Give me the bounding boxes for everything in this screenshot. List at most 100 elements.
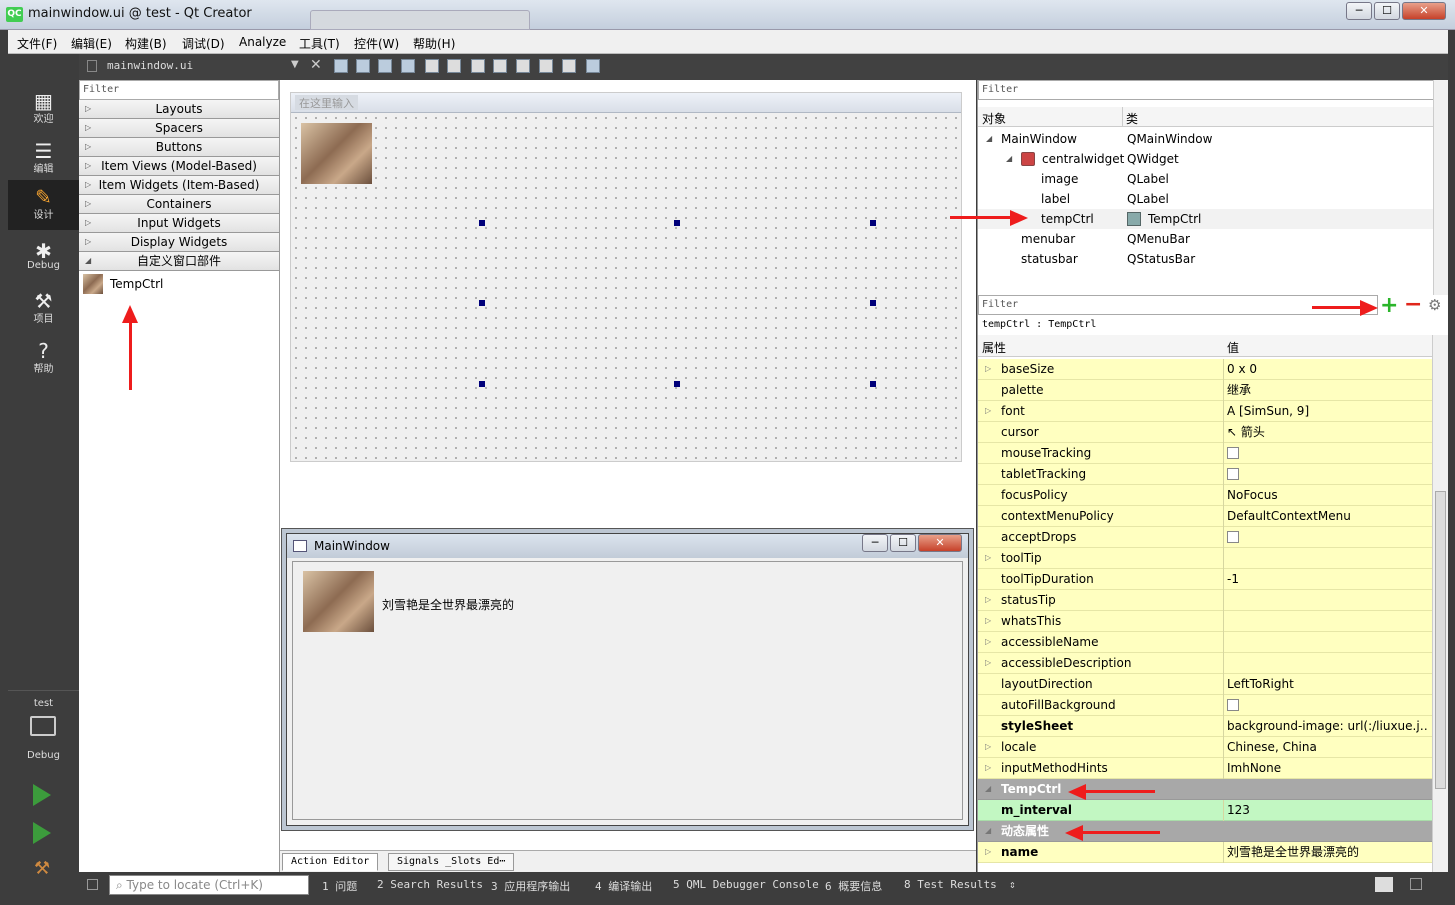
property-row[interactable]: palette 继承: [978, 380, 1432, 401]
menu-debug[interactable]: 调试(D): [182, 35, 225, 52]
property-row[interactable]: ▷ statusTip: [978, 590, 1432, 611]
expanded-arrow-icon[interactable]: ◢: [985, 779, 991, 799]
object-row[interactable]: ◢ MainWindow QMainWindow: [978, 129, 1433, 149]
edit-tab-order-icon[interactable]: [401, 59, 415, 73]
collapsed-arrow-icon[interactable]: ▷: [985, 590, 991, 610]
property-value[interactable]: Chinese, China: [1227, 737, 1427, 757]
property-value[interactable]: -1: [1227, 569, 1427, 589]
pane-issues[interactable]: 1 问题: [322, 878, 357, 894]
property-value[interactable]: [1227, 695, 1427, 715]
expanded-arrow-icon[interactable]: ◢: [1006, 149, 1012, 169]
selection-handle[interactable]: [479, 300, 485, 306]
widget-filter-input[interactable]: Filter: [79, 80, 279, 100]
tab-signals-slots[interactable]: Signals _Slots Ed⋯: [388, 853, 515, 871]
selection-handle[interactable]: [479, 381, 485, 387]
widget-category[interactable]: ▷ Containers: [79, 195, 279, 214]
document-name[interactable]: mainwindow.ui: [107, 59, 193, 72]
image-label[interactable]: [301, 123, 372, 184]
mode-welcome[interactable]: ▦ 欢迎: [8, 84, 79, 134]
mode-projects[interactable]: ⚒ 项目: [8, 284, 79, 334]
pane-test-results[interactable]: 8 Test Results: [904, 878, 997, 891]
layout-form-icon[interactable]: [516, 59, 530, 73]
property-row[interactable]: ▷ name 刘雪艳是全世界最漂亮的: [978, 842, 1432, 863]
menu-widgets[interactable]: 控件(W): [354, 35, 399, 52]
toggle-right-sidebar-icon[interactable]: [1410, 878, 1422, 890]
pane-app-output[interactable]: 3 应用程序输出: [491, 878, 570, 894]
property-row[interactable]: acceptDrops: [978, 527, 1432, 548]
add-dynamic-property-button[interactable]: +: [1380, 293, 1398, 318]
menu-tools[interactable]: 工具(T): [299, 35, 340, 52]
property-row[interactable]: ▷ baseSize 0 x 0: [978, 359, 1432, 380]
widget-category[interactable]: ◢ 自定义窗口部件: [79, 252, 279, 271]
tab-action-editor[interactable]: Action Editor: [282, 853, 379, 871]
expanded-arrow-icon[interactable]: ◢: [985, 821, 991, 841]
pane-search-results[interactable]: 2 Search Results: [377, 878, 483, 891]
collapsed-arrow-icon[interactable]: ▷: [985, 548, 991, 568]
collapsed-arrow-icon[interactable]: ▷: [985, 758, 991, 778]
form-mainwindow[interactable]: 在这里输入: [290, 92, 962, 462]
maximize-button[interactable]: ☐: [1374, 2, 1400, 20]
object-scrollbar[interactable]: [1433, 80, 1448, 295]
preview-minimize-button[interactable]: ─: [862, 534, 888, 552]
property-row[interactable]: focusPolicy NoFocus: [978, 485, 1432, 506]
property-value[interactable]: ImhNone: [1227, 758, 1427, 778]
selection-handle[interactable]: [870, 300, 876, 306]
layout-v-splitter-icon[interactable]: [493, 59, 507, 73]
adjust-size-icon[interactable]: [586, 59, 600, 73]
selection-handle[interactable]: [674, 381, 680, 387]
property-row[interactable]: ▷ locale Chinese, China: [978, 737, 1432, 758]
chevron-down-icon[interactable]: ▼: [291, 59, 299, 70]
pane-general-messages[interactable]: 6 概要信息: [825, 878, 882, 894]
property-row[interactable]: layoutDirection LeftToRight: [978, 674, 1432, 695]
property-checkbox[interactable]: [1227, 447, 1239, 459]
debug-run-icon[interactable]: [33, 822, 51, 844]
object-row[interactable]: menubar QMenuBar: [978, 229, 1433, 249]
property-row[interactable]: autoFillBackground: [978, 695, 1432, 716]
property-value[interactable]: 刘雪艳是全世界最漂亮的: [1227, 842, 1427, 862]
property-scrollbar[interactable]: [1432, 335, 1448, 872]
menu-edit[interactable]: 编辑(E): [71, 35, 112, 52]
build-hammer-icon[interactable]: ⚒: [34, 860, 52, 878]
menu-analyze[interactable]: Analyze: [239, 35, 286, 49]
selection-handle[interactable]: [479, 220, 485, 226]
collapsed-arrow-icon[interactable]: ▷: [985, 842, 991, 862]
collapsed-arrow-icon[interactable]: ▷: [985, 653, 991, 673]
widget-category[interactable]: ▷ Display Widgets: [79, 233, 279, 252]
property-group[interactable]: ◢ 动态属性: [978, 821, 1432, 842]
property-row[interactable]: cursor ↖ 箭头: [978, 422, 1432, 443]
widget-category[interactable]: ▷ Layouts: [79, 100, 279, 119]
mode-help[interactable]: ? 帮助: [8, 334, 79, 384]
collapsed-arrow-icon[interactable]: ▷: [985, 632, 991, 652]
property-row[interactable]: styleSheet background-image: url(:/liuxue…: [978, 716, 1432, 737]
pane-switcher-icon[interactable]: ⇕: [1009, 878, 1016, 891]
property-row[interactable]: ▷ inputMethodHints ImhNone: [978, 758, 1432, 779]
property-row[interactable]: toolTipDuration -1: [978, 569, 1432, 590]
mode-debug[interactable]: ✱ Debug: [8, 234, 79, 284]
close-button[interactable]: ✕: [1402, 2, 1446, 20]
preview-maximize-button[interactable]: ☐: [890, 534, 916, 552]
property-checkbox[interactable]: [1227, 468, 1239, 480]
property-value[interactable]: ↖ 箭头: [1227, 422, 1427, 442]
layout-h-splitter-icon[interactable]: [471, 59, 485, 73]
scrollbar-thumb[interactable]: [1435, 491, 1446, 789]
object-row[interactable]: tempCtrl TempCtrl: [978, 209, 1433, 229]
toggle-sidebar-icon[interactable]: [87, 879, 98, 890]
preview-close-button[interactable]: ✕: [918, 534, 962, 552]
close-document-icon[interactable]: ✕: [310, 57, 322, 73]
progress-icon[interactable]: [1375, 877, 1393, 892]
property-group[interactable]: ◢ TempCtrl: [978, 779, 1432, 800]
mode-edit[interactable]: ☰ 编辑: [8, 134, 79, 184]
property-value[interactable]: A [SimSun, 9]: [1227, 401, 1427, 421]
edit-widgets-icon[interactable]: [334, 59, 348, 73]
property-row[interactable]: tabletTracking: [978, 464, 1432, 485]
property-value[interactable]: 继承: [1227, 380, 1427, 400]
widget-category[interactable]: ▷ Item Views (Model-Based): [79, 157, 279, 176]
object-row[interactable]: image QLabel: [978, 169, 1433, 189]
menu-placeholder[interactable]: 在这里输入: [295, 95, 358, 110]
layout-vertical-icon[interactable]: [447, 59, 461, 73]
locator-input[interactable]: ⌕ Type to locate (Ctrl+K): [109, 875, 309, 895]
property-row[interactable]: ▷ font A [SimSun, 9]: [978, 401, 1432, 422]
edit-signals-icon[interactable]: [356, 59, 370, 73]
property-checkbox[interactable]: [1227, 699, 1239, 711]
widget-item-tempctrl[interactable]: TempCtrl: [110, 277, 163, 291]
